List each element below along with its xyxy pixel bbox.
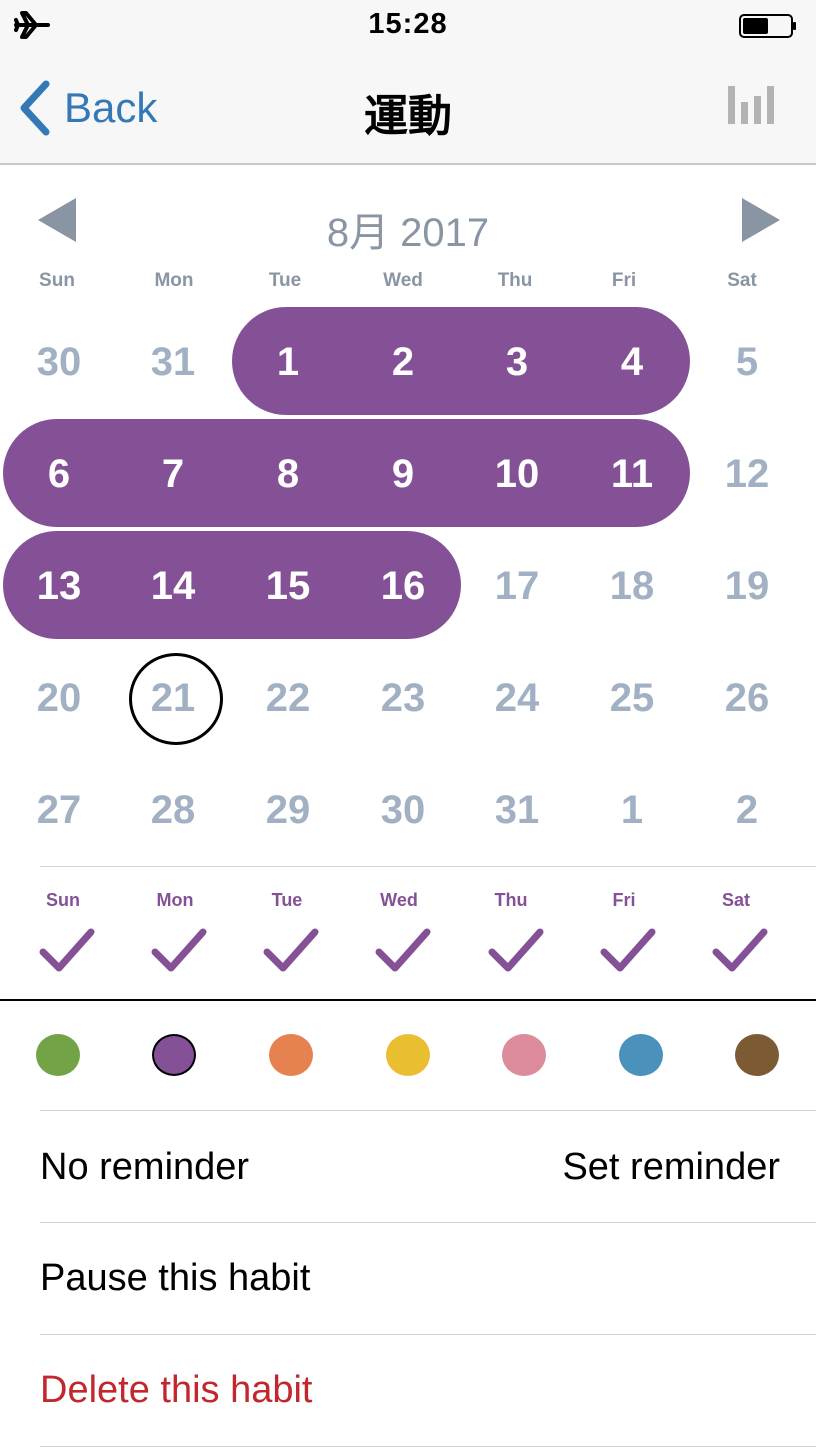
- weekday-header: Mon: [154, 270, 194, 291]
- divider: [40, 1110, 816, 1111]
- calendar-day[interactable]: 23: [348, 653, 458, 743]
- calendar-day[interactable]: 14: [118, 541, 228, 631]
- calendar-day[interactable]: 18: [577, 541, 687, 631]
- schedule-day-label: Mon: [156, 890, 194, 910]
- calendar-day[interactable]: 12: [692, 429, 802, 519]
- checkmark-icon[interactable]: [600, 926, 656, 976]
- calendar-day[interactable]: 29: [233, 765, 343, 855]
- set-reminder-button[interactable]: Set reminder: [562, 1146, 780, 1189]
- pause-habit-button[interactable]: Pause this habit: [40, 1257, 310, 1300]
- divider: [40, 1446, 816, 1447]
- color-swatch[interactable]: [502, 1034, 546, 1076]
- schedule-day-label: Thu: [494, 890, 528, 910]
- calendar-day[interactable]: 9: [348, 429, 458, 519]
- checkmark-icon[interactable]: [39, 926, 95, 976]
- weekday-header: Sun: [39, 270, 75, 291]
- calendar-day[interactable]: 20: [4, 653, 114, 743]
- weekday-header: Sat: [727, 270, 757, 291]
- calendar-day[interactable]: 11: [577, 429, 687, 519]
- calendar-day[interactable]: 21: [118, 653, 228, 743]
- weekday-header: Wed: [383, 270, 423, 291]
- calendar-day[interactable]: 8: [233, 429, 343, 519]
- calendar-day[interactable]: 31: [462, 765, 572, 855]
- calendar-day[interactable]: 13: [4, 541, 114, 631]
- calendar-day[interactable]: 17: [462, 541, 572, 631]
- calendar-day[interactable]: 30: [348, 765, 458, 855]
- color-swatch[interactable]: [269, 1034, 313, 1076]
- delete-habit-button[interactable]: Delete this habit: [40, 1369, 313, 1412]
- calendar-day[interactable]: 6: [4, 429, 114, 519]
- calendar-day[interactable]: 4: [577, 317, 687, 407]
- calendar-day[interactable]: 1: [577, 765, 687, 855]
- battery-icon: [739, 14, 796, 38]
- checkmark-icon[interactable]: [488, 926, 544, 976]
- calendar-day[interactable]: 5: [692, 317, 802, 407]
- month-title: 8月 2017: [326, 211, 490, 255]
- reminder-status: No reminder: [40, 1146, 250, 1188]
- divider: [40, 1334, 816, 1335]
- calendar-day[interactable]: 15: [233, 541, 343, 631]
- calendar-day[interactable]: 2: [348, 317, 458, 407]
- color-swatch[interactable]: [735, 1034, 779, 1076]
- calendar-day[interactable]: 25: [577, 653, 687, 743]
- calendar-day[interactable]: 3: [462, 317, 572, 407]
- calendar-day[interactable]: 22: [233, 653, 343, 743]
- weekday-header: Thu: [497, 270, 533, 291]
- calendar-day[interactable]: 26: [692, 653, 802, 743]
- calendar-day[interactable]: 10: [462, 429, 572, 519]
- color-swatch[interactable]: [619, 1034, 663, 1076]
- calendar-day[interactable]: 7: [118, 429, 228, 519]
- calendar-day[interactable]: 19: [692, 541, 802, 631]
- calendar-day[interactable]: 27: [4, 765, 114, 855]
- checkmark-icon[interactable]: [712, 926, 768, 976]
- schedule-day-label: Sat: [721, 890, 750, 910]
- checkmark-icon[interactable]: [375, 926, 431, 976]
- divider: [0, 999, 816, 1001]
- calendar-day[interactable]: 2: [692, 765, 802, 855]
- schedule-day-label: Fri: [612, 890, 636, 910]
- color-swatch[interactable]: [152, 1034, 196, 1076]
- checkmark-icon[interactable]: [263, 926, 319, 976]
- status-time: 15:28: [368, 8, 448, 40]
- checkmark-icon[interactable]: [151, 926, 207, 976]
- weekday-header: Tue: [268, 270, 302, 291]
- schedule-day-label: Sun: [46, 890, 80, 910]
- calendar-day[interactable]: 28: [118, 765, 228, 855]
- triangle-right-icon[interactable]: [738, 196, 782, 244]
- color-swatch[interactable]: [386, 1034, 430, 1076]
- calendar-day[interactable]: 30: [4, 317, 114, 407]
- calendar-day[interactable]: 31: [118, 317, 228, 407]
- weekday-header: Fri: [611, 270, 637, 291]
- navigation-bar: 15:28 Back 運動: [0, 0, 816, 165]
- calendar-day[interactable]: 24: [462, 653, 572, 743]
- bar-chart-icon[interactable]: [728, 84, 776, 124]
- divider: [40, 866, 816, 867]
- calendar-day[interactable]: 16: [348, 541, 458, 631]
- page-title: 運動: [364, 92, 452, 141]
- schedule-day-label: Wed: [380, 890, 418, 910]
- calendar-day[interactable]: 1: [233, 317, 343, 407]
- color-swatch[interactable]: [36, 1034, 80, 1076]
- schedule-day-label: Tue: [271, 890, 303, 910]
- divider: [40, 1222, 816, 1223]
